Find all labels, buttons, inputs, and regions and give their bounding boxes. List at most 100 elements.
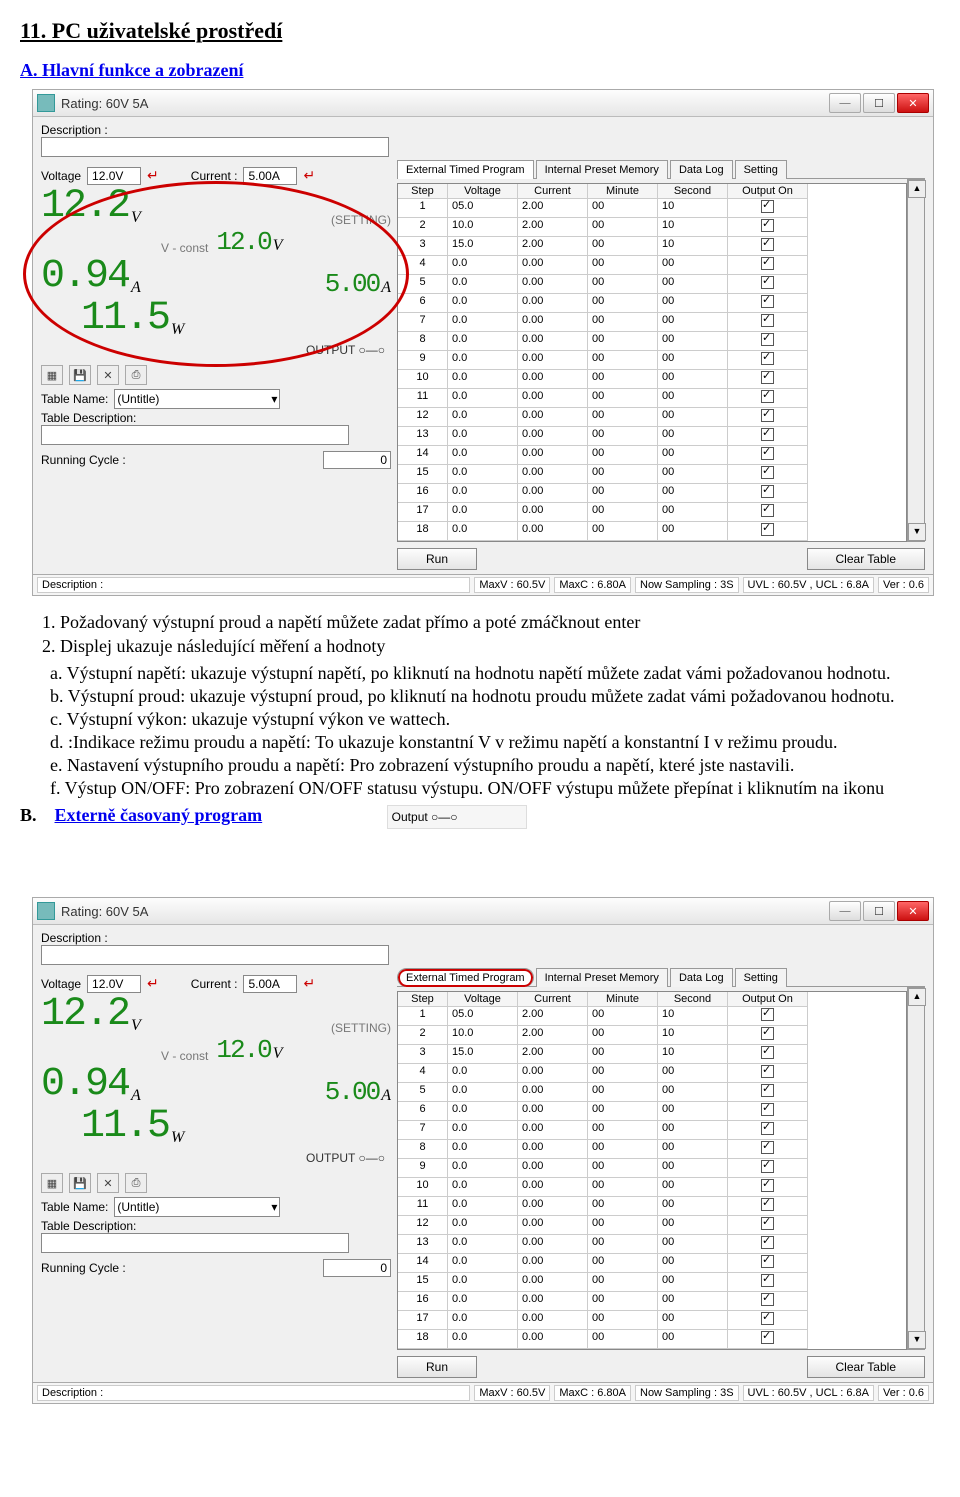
cell[interactable]: 0.0 (448, 294, 518, 313)
cell[interactable]: 00 (658, 465, 728, 484)
readout-current[interactable]: 0.94 (41, 1065, 129, 1105)
delete-icon[interactable]: ✕ (97, 365, 119, 385)
cell[interactable]: 0.00 (518, 1197, 588, 1216)
cell[interactable]: 0.00 (518, 1254, 588, 1273)
output-on-checkbox[interactable] (728, 332, 808, 351)
cell[interactable]: 00 (588, 408, 658, 427)
cell[interactable]: 00 (588, 1273, 658, 1292)
output-on-checkbox[interactable] (728, 1159, 808, 1178)
output-on-checkbox[interactable] (728, 1026, 808, 1045)
cell[interactable]: 00 (588, 503, 658, 522)
cell[interactable]: 9 (398, 351, 448, 370)
cell[interactable]: 00 (588, 370, 658, 389)
cell[interactable]: 2 (398, 218, 448, 237)
output-on-checkbox[interactable] (728, 446, 808, 465)
cell[interactable]: 0.00 (518, 351, 588, 370)
cell[interactable]: 14 (398, 446, 448, 465)
print-icon[interactable]: ⎙ (125, 1173, 147, 1193)
table-row[interactable]: 60.00.000000 (398, 294, 906, 313)
cell[interactable]: 05.0 (448, 199, 518, 218)
cell[interactable]: 00 (658, 370, 728, 389)
table-row[interactable]: 315.02.000010 (398, 237, 906, 256)
current-input[interactable]: 5.00A (243, 167, 297, 185)
running-cycle-input[interactable]: 0 (323, 1259, 391, 1277)
cell[interactable]: 0.00 (518, 484, 588, 503)
cell[interactable]: 00 (588, 446, 658, 465)
cell[interactable]: 16 (398, 484, 448, 503)
cell[interactable]: 00 (588, 256, 658, 275)
save-icon[interactable]: 💾 (69, 1173, 91, 1193)
scroll-down-icon[interactable]: ▼ (908, 1331, 926, 1349)
cell[interactable]: 0.00 (518, 1083, 588, 1102)
cell[interactable]: 15.0 (448, 1045, 518, 1064)
table-row[interactable]: 130.00.000000 (398, 427, 906, 446)
table-row[interactable]: 150.00.000000 (398, 465, 906, 484)
output-on-checkbox[interactable] (728, 1083, 808, 1102)
cell[interactable]: 2.00 (518, 1007, 588, 1026)
cell[interactable]: 0.00 (518, 1292, 588, 1311)
table-row[interactable]: 210.02.000010 (398, 1026, 906, 1045)
output-on-checkbox[interactable] (728, 313, 808, 332)
maximize-button[interactable]: ☐ (863, 901, 895, 921)
cell[interactable]: 0.00 (518, 1159, 588, 1178)
cell[interactable]: 12 (398, 1216, 448, 1235)
cell[interactable]: 0.00 (518, 370, 588, 389)
output-on-checkbox[interactable] (728, 1121, 808, 1140)
cell[interactable]: 00 (588, 351, 658, 370)
cell[interactable]: 0.00 (518, 1064, 588, 1083)
table-row[interactable]: 80.00.000000 (398, 332, 906, 351)
cell[interactable]: 0.0 (448, 1064, 518, 1083)
cell[interactable]: 00 (658, 484, 728, 503)
table-row[interactable]: 100.00.000000 (398, 370, 906, 389)
cell[interactable]: 00 (658, 1330, 728, 1349)
tab-setting[interactable]: Setting (735, 160, 787, 179)
readout-watt[interactable]: 11.5 (81, 1107, 169, 1147)
cell[interactable]: 18 (398, 522, 448, 541)
cell[interactable]: 00 (588, 484, 658, 503)
cell[interactable]: 0.0 (448, 256, 518, 275)
scroll-down-icon[interactable]: ▼ (908, 523, 926, 541)
cell[interactable]: 12 (398, 408, 448, 427)
cell[interactable]: 0.0 (448, 1311, 518, 1330)
output-on-checkbox[interactable] (728, 1292, 808, 1311)
table-row[interactable]: 140.00.000000 (398, 1254, 906, 1273)
cell[interactable]: 0.0 (448, 313, 518, 332)
cell[interactable]: 00 (658, 294, 728, 313)
cell[interactable]: 0.00 (518, 332, 588, 351)
output-on-checkbox[interactable] (728, 1235, 808, 1254)
cell[interactable]: 9 (398, 1159, 448, 1178)
cell[interactable]: 0.00 (518, 1102, 588, 1121)
readout-voltage[interactable]: 12.2 (41, 995, 129, 1035)
cell[interactable]: 0.00 (518, 1140, 588, 1159)
cell[interactable]: 3 (398, 1045, 448, 1064)
table-row[interactable]: 110.00.000000 (398, 389, 906, 408)
output-on-checkbox[interactable] (728, 199, 808, 218)
cell[interactable]: 0.00 (518, 1235, 588, 1254)
output-on-checkbox[interactable] (728, 1045, 808, 1064)
cell[interactable]: 2.00 (518, 1026, 588, 1045)
cell[interactable]: 00 (588, 294, 658, 313)
output-on-checkbox[interactable] (728, 503, 808, 522)
cell[interactable]: 10 (398, 370, 448, 389)
cell[interactable]: 10 (658, 218, 728, 237)
tab-external-timed-program[interactable]: External Timed Program (397, 968, 534, 987)
run-button[interactable]: Run (397, 1356, 477, 1378)
cell[interactable]: 6 (398, 1102, 448, 1121)
cell[interactable]: 00 (658, 427, 728, 446)
cell[interactable]: 14 (398, 1254, 448, 1273)
table-row[interactable]: 180.00.000000 (398, 1330, 906, 1349)
cell[interactable]: 0.0 (448, 1330, 518, 1349)
tab-setting[interactable]: Setting (735, 968, 787, 987)
cell[interactable]: 00 (658, 1159, 728, 1178)
output-on-checkbox[interactable] (728, 1216, 808, 1235)
table-row[interactable]: 150.00.000000 (398, 1273, 906, 1292)
cell[interactable]: 0.0 (448, 1197, 518, 1216)
cell[interactable]: 00 (588, 1197, 658, 1216)
cell[interactable]: 0.00 (518, 1216, 588, 1235)
cell[interactable]: 00 (658, 1102, 728, 1121)
cell[interactable]: 00 (658, 1064, 728, 1083)
cell[interactable]: 2.00 (518, 1045, 588, 1064)
cell[interactable]: 0.00 (518, 294, 588, 313)
table-row[interactable]: 105.02.000010 (398, 199, 906, 218)
cell[interactable]: 0.0 (448, 332, 518, 351)
